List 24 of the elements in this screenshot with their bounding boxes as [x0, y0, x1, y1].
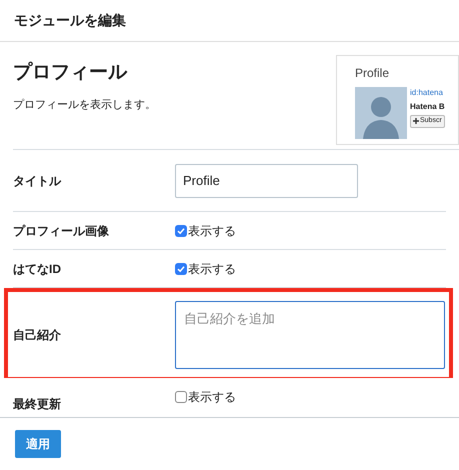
field-label: プロフィール画像 — [13, 222, 110, 240]
bio-textarea[interactable]: 自己紹介を追加 — [175, 300, 445, 368]
module-title: プロフィール — [13, 60, 128, 85]
field-label: 自己紹介 — [13, 326, 62, 344]
checkbox[interactable] — [175, 262, 187, 274]
plus-icon — [413, 118, 419, 124]
checkbox-label[interactable]: 表示する — [188, 260, 236, 278]
checkbox[interactable] — [175, 224, 187, 236]
checkbox-label[interactable]: 表示する — [188, 388, 236, 406]
module-description: プロフィールを表示します。 — [13, 98, 157, 112]
field-label: タイトル — [13, 172, 62, 190]
preview-heading: Profile — [355, 65, 390, 82]
title-input[interactable]: Profile — [175, 164, 358, 198]
check-icon — [177, 264, 185, 272]
avatar-icon — [355, 87, 407, 139]
checkbox[interactable] — [175, 391, 187, 403]
field-label: 最終更新 — [13, 396, 62, 413]
apply-button[interactable]: 適用 — [15, 430, 61, 458]
checkbox-label[interactable]: 表示する — [188, 222, 236, 240]
user-id-link[interactable]: id:hatena — [410, 87, 445, 99]
check-icon — [177, 226, 185, 234]
dialog-title: モジュールを編集 — [14, 11, 126, 30]
user-name: Hatena B — [410, 101, 445, 113]
field-label: はてなID — [13, 260, 62, 278]
